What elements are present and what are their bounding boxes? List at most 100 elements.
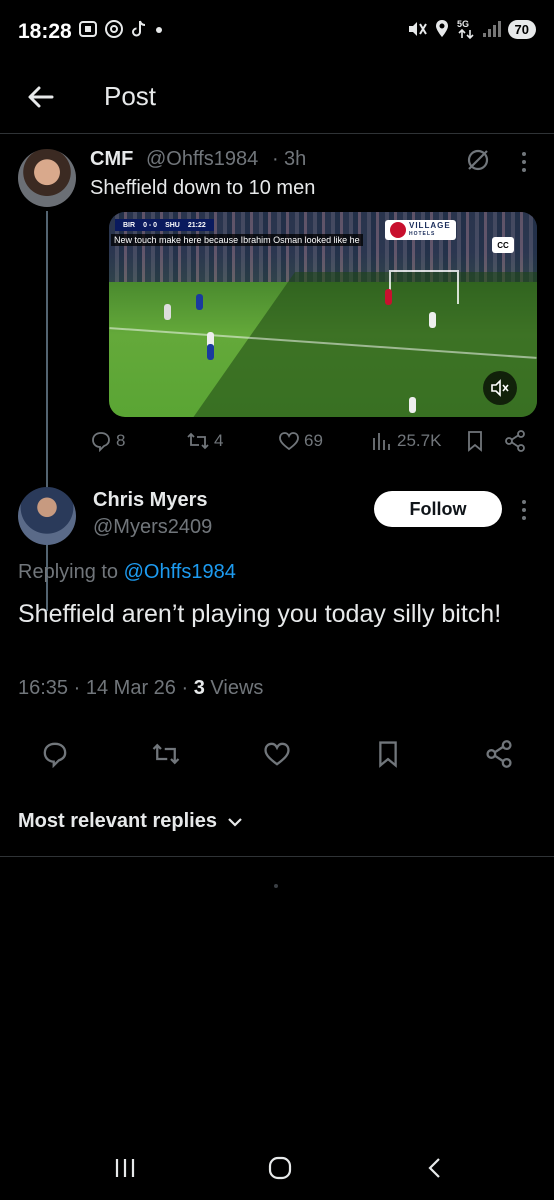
screen-record-icon [79, 21, 97, 37]
player [409, 397, 416, 413]
club-crest-icon [390, 222, 406, 238]
video-goal [389, 270, 459, 304]
grok-icon [467, 149, 489, 171]
recent-apps-icon [115, 1159, 135, 1177]
network-label: 5G [457, 19, 469, 29]
chevron-down-icon [228, 817, 242, 827]
repost-icon [152, 743, 180, 765]
post-date: 14 Mar 26 [85, 677, 176, 699]
reply-sort-dropdown[interactable]: Most relevant replies [18, 810, 243, 833]
post-actions: 8 4 69 25.7K [90, 430, 540, 456]
grok-button[interactable] [465, 147, 491, 173]
views-button[interactable]: 25.7K [371, 430, 441, 452]
author-handle[interactable]: @Myers2409 [93, 516, 212, 539]
repost-button[interactable] [149, 737, 183, 771]
post-time: 16:35 [18, 677, 69, 699]
loading-indicator [274, 884, 278, 888]
more-options-button[interactable] [516, 497, 532, 523]
analytics-icon [373, 433, 390, 450]
like-button[interactable]: 69 [278, 430, 323, 452]
like-button[interactable] [260, 737, 294, 771]
back-button[interactable] [24, 80, 58, 114]
thread-connector-line [46, 211, 48, 611]
recent-apps-button[interactable] [110, 1153, 140, 1183]
post-text: Sheffield aren’t playing you today silly… [18, 600, 502, 628]
post-actions [0, 737, 554, 771]
heart-icon [264, 742, 290, 766]
views-count: 3 [193, 677, 205, 699]
player [385, 289, 392, 305]
reply-count: 8 [116, 431, 126, 450]
page-title: Post [104, 81, 157, 111]
battery-indicator: 70 [507, 19, 536, 39]
status-left-icons [78, 19, 164, 39]
player [196, 294, 203, 310]
tiktok-icon [132, 20, 146, 37]
replying-to-prefix: Replying to [18, 561, 119, 583]
video-subtitle: New touch make here because Ibrahim Osma… [111, 234, 363, 246]
reply-icon [43, 742, 67, 768]
avatar[interactable] [18, 487, 76, 545]
more-vertical-icon [522, 500, 526, 520]
sponsor-sub: HOTELS [409, 231, 436, 237]
unmute-button[interactable] [483, 371, 517, 405]
author-handle[interactable]: @Ohffs1984 [146, 148, 258, 171]
score-away-team: SHU [165, 221, 180, 229]
bookmark-button[interactable] [371, 737, 405, 771]
avatar[interactable] [18, 149, 76, 207]
match-clock: 21:22 [187, 221, 206, 229]
separator-dot: · [181, 677, 189, 699]
divider [0, 856, 554, 857]
reply-button[interactable] [38, 737, 72, 771]
author-name[interactable]: Chris Myers [93, 489, 208, 512]
share-icon [505, 430, 525, 452]
share-button[interactable] [504, 430, 526, 452]
replying-to: Replying to @Ohffs1984 [18, 561, 236, 584]
closed-captions-button[interactable]: CC [492, 237, 514, 253]
like-count: 69 [304, 431, 323, 450]
reply-button[interactable]: 8 [90, 430, 125, 452]
view-count: 25.7K [397, 431, 442, 450]
mute-vibrate-icon [408, 22, 427, 36]
repost-button[interactable]: 4 [186, 430, 223, 452]
follow-button[interactable]: Follow [374, 491, 502, 527]
heart-icon [279, 432, 299, 451]
post-time[interactable]: 3h [284, 148, 306, 171]
reply-sort-label: Most relevant replies [18, 810, 217, 832]
5g-icon: 5G [457, 19, 474, 40]
player [164, 304, 171, 320]
repost-count: 4 [214, 431, 224, 450]
score-bug: BIR 0 - 0 SHU 21:22 [115, 219, 214, 231]
reply-icon [92, 432, 110, 452]
bookmark-icon [468, 431, 482, 452]
volume-mute-icon [491, 379, 509, 397]
status-bar: 18:28 5G 70 [0, 0, 554, 62]
separator-dot: · [73, 677, 81, 699]
top-app-bar: Post [0, 62, 554, 134]
share-button[interactable] [482, 737, 516, 771]
video-player[interactable]: BIR 0 - 0 SHU 21:22 New touch make here … [109, 212, 537, 417]
back-chevron-icon [428, 1158, 440, 1178]
status-right-icons: 5G 70 [406, 18, 536, 40]
author-name[interactable]: CMF [90, 148, 133, 171]
notification-dot-icon [156, 27, 162, 33]
more-options-button[interactable] [516, 149, 532, 175]
sponsor-logo: VILLAGE HOTELS [385, 220, 456, 240]
player [207, 344, 214, 360]
separator-dot: · [272, 148, 279, 170]
share-icon [486, 740, 512, 768]
views-label: Views [210, 677, 264, 699]
back-nav-button[interactable] [420, 1153, 450, 1183]
sponsor-name: VILLAGE [409, 221, 451, 230]
bookmark-button[interactable] [465, 430, 485, 452]
bookmark-icon [379, 741, 397, 768]
player [429, 312, 436, 328]
signal-icon [482, 21, 501, 37]
replying-to-mention[interactable]: @Ohffs1984 [124, 561, 236, 583]
score-home-team: BIR [123, 221, 136, 229]
home-button[interactable] [265, 1153, 295, 1183]
home-icon [268, 1156, 292, 1180]
post-metadata: 16:35 · 14 Mar 26 · 3 Views [18, 677, 263, 700]
arrow-left-icon [28, 86, 54, 108]
repost-icon [187, 432, 209, 450]
